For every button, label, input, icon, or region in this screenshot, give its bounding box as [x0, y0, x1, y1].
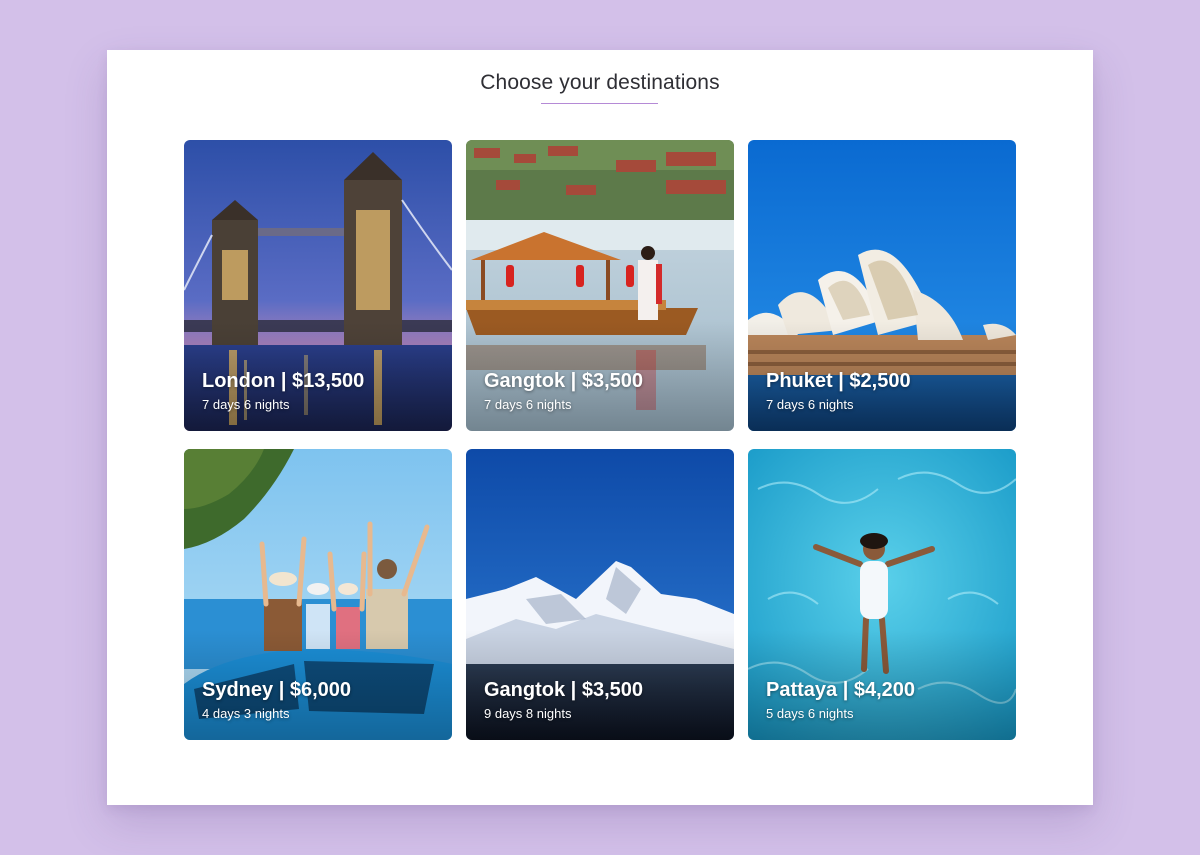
- card-caption: London | $13,500 7 days 6 nights: [202, 369, 364, 413]
- card-duration: 7 days 6 nights: [202, 397, 290, 412]
- title-underline: [541, 103, 658, 104]
- destination-card-pattaya[interactable]: Pattaya | $4,200 5 days 6 nights: [748, 449, 1016, 740]
- card-caption: Sydney | $6,000 4 days 3 nights: [202, 678, 351, 722]
- card-duration: 4 days 3 nights: [202, 706, 290, 721]
- card-duration: 5 days 6 nights: [766, 706, 854, 721]
- card-title: Gangtok | $3,500: [484, 370, 643, 392]
- destinations-panel: Choose your destinations London | $13,50…: [107, 50, 1093, 805]
- destination-card-sydney[interactable]: Sydney | $6,000 4 days 3 nights: [184, 449, 452, 740]
- card-caption: Phuket | $2,500 7 days 6 nights: [766, 369, 911, 413]
- card-title: Phuket | $2,500: [766, 370, 911, 392]
- destination-card-phuket[interactable]: Phuket | $2,500 7 days 6 nights: [748, 140, 1016, 431]
- card-caption: Gangtok | $3,500 7 days 6 nights: [484, 369, 643, 413]
- card-title: Gangtok | $3,500: [484, 679, 643, 701]
- destinations-grid: London | $13,500 7 days 6 nights Gangtok…: [184, 140, 1016, 740]
- card-caption: Pattaya | $4,200 5 days 6 nights: [766, 678, 915, 722]
- card-duration: 9 days 8 nights: [484, 706, 572, 721]
- card-title: Pattaya | $4,200: [766, 679, 916, 701]
- card-title: London | $13,500: [202, 370, 365, 392]
- destination-card-gangtok[interactable]: Gangtok | $3,500 7 days 6 nights: [466, 140, 734, 431]
- card-title: Sydney | $6,000: [202, 679, 352, 701]
- destination-card-london[interactable]: London | $13,500 7 days 6 nights: [184, 140, 452, 431]
- card-duration: 7 days 6 nights: [484, 397, 572, 412]
- page-title: Choose your destinations: [480, 71, 720, 94]
- destination-card-gangtok-mountain[interactable]: Gangtok | $3,500 9 days 8 nights: [466, 449, 734, 740]
- card-duration: 7 days 6 nights: [766, 397, 854, 412]
- card-caption: Gangtok | $3,500 9 days 8 nights: [484, 678, 643, 722]
